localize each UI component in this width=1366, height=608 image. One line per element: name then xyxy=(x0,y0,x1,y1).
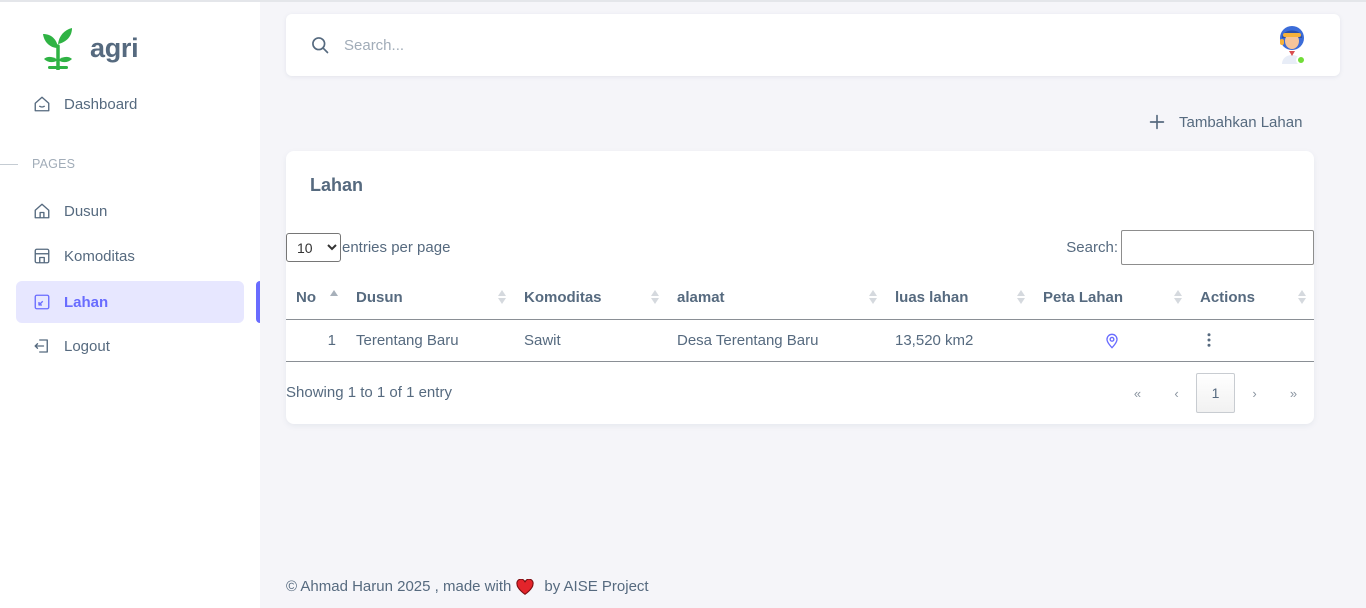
sidebar-item-dusun[interactable]: Dusun xyxy=(16,190,244,232)
home-smile-icon xyxy=(33,95,51,113)
sidebar-item-logout[interactable]: Logout xyxy=(16,325,244,367)
cell-no: 1 xyxy=(286,319,346,362)
add-lahan-button[interactable]: Tambahkan Lahan xyxy=(1146,108,1302,136)
page-first-button[interactable]: « xyxy=(1118,373,1157,413)
active-indicator xyxy=(256,281,260,323)
entries-per-page-select[interactable]: 10 25 50 100 xyxy=(286,233,341,262)
sort-icon xyxy=(651,290,659,306)
card-title: Lahan xyxy=(310,175,364,195)
sort-icon xyxy=(498,290,506,306)
page-last-button[interactable]: » xyxy=(1274,373,1313,413)
table-row: 1 Terentang Baru Sawit Desa Terentang Ba… xyxy=(286,319,1314,362)
lahan-card: Lahan 10 25 50 100 entries per page Sear… xyxy=(286,151,1314,424)
sidebar-item-label: Lahan xyxy=(64,293,109,311)
table-search-label: Search: xyxy=(1066,239,1118,256)
store-icon xyxy=(33,247,51,265)
table-search-input[interactable] xyxy=(1121,230,1314,265)
navbar-search-input[interactable] xyxy=(344,32,544,58)
sidebar-item-lahan[interactable]: Lahan xyxy=(16,281,244,323)
online-status-dot xyxy=(1296,55,1306,65)
cell-komoditas: Sawit xyxy=(514,319,667,362)
section-header-label: PAGES xyxy=(32,157,76,171)
footer-text-before: © Ahmad Harun 2025 , made with xyxy=(286,578,512,595)
more-vertical-icon[interactable] xyxy=(1200,331,1218,349)
top-navbar xyxy=(286,14,1340,76)
page-current-button[interactable]: 1 xyxy=(1196,373,1235,413)
column-header-label: luas lahan xyxy=(895,289,969,307)
footer: © Ahmad Harun 2025 , made with by AISE P… xyxy=(286,578,649,595)
entries-per-page-label: entries per page xyxy=(342,239,451,256)
page-prev-button[interactable]: ‹ xyxy=(1157,373,1196,413)
column-header-luas-lahan[interactable]: luas lahan xyxy=(885,277,1033,320)
pagination: « ‹ 1 › » xyxy=(1118,373,1313,413)
column-header-label: Komoditas xyxy=(524,289,602,307)
column-header-label: alamat xyxy=(677,289,725,307)
cell-luas-lahan: 13,520 km2 xyxy=(885,319,1033,362)
column-header-label: Dusun xyxy=(356,289,403,307)
search-icon xyxy=(312,37,329,54)
column-header-actions[interactable]: Actions xyxy=(1190,277,1314,320)
section-header-pages: PAGES xyxy=(0,154,75,174)
column-header-label: Actions xyxy=(1200,289,1256,307)
sidebar: agri Dashboard PAGES Dusun Komoditas Lah… xyxy=(0,2,260,608)
sort-ascending-icon xyxy=(330,290,338,306)
sidebar-item-label: Dusun xyxy=(64,202,108,220)
table-header-row: No Dusun Komoditas alamat luas lahan Pet… xyxy=(286,277,1314,320)
table-search: Search: xyxy=(1066,230,1314,265)
section-divider xyxy=(0,163,18,165)
column-header-no[interactable]: No xyxy=(286,277,346,320)
sort-icon xyxy=(1174,290,1182,306)
cell-actions xyxy=(1190,319,1314,362)
expand-icon xyxy=(33,293,51,311)
column-header-label: No xyxy=(296,289,316,307)
heart-icon xyxy=(516,578,534,595)
column-header-dusun[interactable]: Dusun xyxy=(346,277,514,320)
cell-dusun: Terentang Baru xyxy=(346,319,514,362)
sort-icon xyxy=(1298,290,1306,306)
sort-icon xyxy=(1017,290,1025,306)
logout-icon xyxy=(33,337,51,355)
column-header-alamat[interactable]: alamat xyxy=(667,277,885,320)
sidebar-item-dashboard[interactable]: Dashboard xyxy=(16,83,244,125)
page-next-button[interactable]: › xyxy=(1235,373,1274,413)
footer-text-after: by AISE Project xyxy=(544,578,649,595)
home-icon xyxy=(33,202,51,220)
add-lahan-label: Tambahkan Lahan xyxy=(1179,113,1303,131)
sort-icon xyxy=(869,290,877,306)
column-header-komoditas[interactable]: Komoditas xyxy=(514,277,667,320)
plus-icon xyxy=(1149,114,1165,130)
cell-alamat: Desa Terentang Baru xyxy=(667,319,885,362)
sidebar-item-label: Logout xyxy=(64,337,110,355)
sidebar-item-label: Dashboard xyxy=(64,95,138,113)
lahan-table: No Dusun Komoditas alamat luas lahan Pet… xyxy=(286,277,1314,362)
column-header-peta-lahan[interactable]: Peta Lahan xyxy=(1033,277,1190,320)
map-pin-icon[interactable] xyxy=(1104,333,1120,349)
sprout-logo-icon xyxy=(43,28,72,70)
sidebar-item-komoditas[interactable]: Komoditas xyxy=(16,235,244,277)
column-header-label: Peta Lahan xyxy=(1043,289,1124,307)
entries-length: 10 25 50 100 entries per page xyxy=(286,233,450,262)
table-info: Showing 1 to 1 of 1 entry xyxy=(286,384,452,401)
brand-name: agri xyxy=(90,32,139,63)
cell-peta-lahan xyxy=(1033,319,1190,362)
brand[interactable]: agri xyxy=(40,26,139,70)
sidebar-item-label: Komoditas xyxy=(64,247,135,265)
